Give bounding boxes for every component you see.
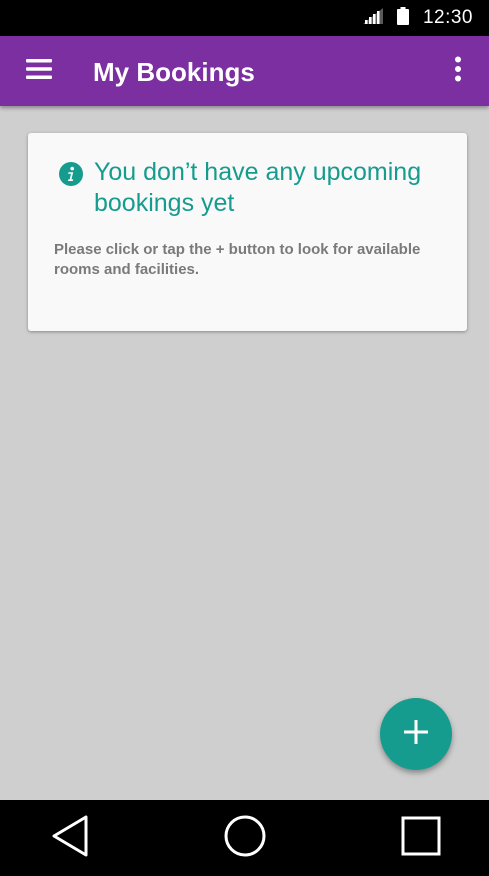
- back-icon: [50, 814, 90, 863]
- home-icon: [223, 814, 267, 863]
- battery-icon: [396, 6, 409, 30]
- nav-home-button[interactable]: [205, 800, 285, 876]
- page-title: My Bookings: [93, 57, 255, 87]
- phone-screen: 12:30 My Bookings You don’t have any upc…: [0, 0, 489, 876]
- info-icon: [59, 162, 83, 186]
- menu-button[interactable]: [14, 48, 64, 94]
- signal-icon: [362, 7, 383, 29]
- status-bar: 12:30: [0, 0, 489, 36]
- status-time: 12:30: [422, 7, 473, 28]
- hamburger-menu-icon: [26, 58, 52, 84]
- empty-state-message: Please click or tap the + button to look…: [54, 241, 421, 278]
- system-nav-bar: [0, 800, 489, 876]
- empty-state-heading: You don’t have any upcoming bookings yet: [94, 158, 422, 217]
- add-icon: [404, 719, 428, 749]
- content-area: You don’t have any upcoming bookings yet…: [0, 106, 489, 800]
- nav-recents-button[interactable]: [381, 800, 461, 876]
- status-indicators: 12:30: [362, 0, 473, 36]
- more-vert-icon: [454, 56, 462, 87]
- nav-back-button[interactable]: [30, 800, 110, 876]
- empty-state-card: You don’t have any upcoming bookings yet…: [28, 133, 467, 331]
- recents-icon: [401, 816, 441, 861]
- overflow-menu-button[interactable]: [441, 48, 475, 94]
- add-booking-fab[interactable]: [380, 698, 452, 770]
- app-bar: My Bookings: [0, 36, 489, 106]
